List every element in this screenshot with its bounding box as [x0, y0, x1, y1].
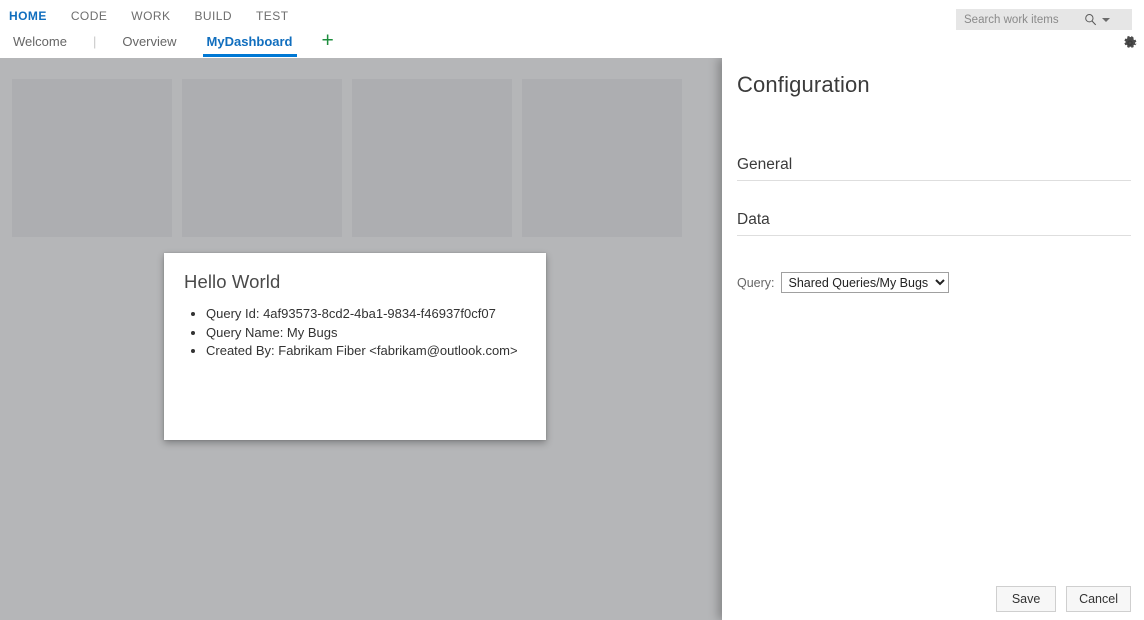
- widget-detail-list: Query Id: 4af93573-8cd2-4ba1-9834-f46937…: [184, 305, 526, 361]
- section-general-header: General: [737, 156, 1131, 181]
- hub-item-test[interactable]: TEST: [256, 9, 302, 23]
- query-select[interactable]: Shared Queries/My Bugs: [781, 272, 949, 293]
- search-input[interactable]: [956, 10, 1082, 29]
- section-data-header: Data: [737, 211, 1131, 236]
- dashboard-tabs: Welcome | Overview MyDashboard +: [0, 31, 1144, 58]
- hub-item-code[interactable]: CODE: [71, 9, 121, 23]
- section-data: Data: [737, 211, 1131, 236]
- hub-item-work[interactable]: WORK: [131, 9, 184, 23]
- page-title: Configuration: [737, 72, 870, 98]
- tab-mydashboard[interactable]: MyDashboard: [203, 31, 297, 57]
- configuration-panel: Configuration General Data Query: Shared…: [722, 58, 1144, 620]
- search-box[interactable]: [956, 9, 1132, 30]
- widget-title: Hello World: [184, 271, 526, 293]
- chevron-down-icon[interactable]: [1099, 11, 1113, 28]
- tab-separator: |: [93, 31, 96, 53]
- save-button[interactable]: Save: [996, 586, 1056, 612]
- app-root: HOME CODE WORK BUILD TEST Welcome | Over…: [0, 0, 1144, 620]
- tab-overview[interactable]: Overview: [118, 31, 180, 57]
- hub-item-build[interactable]: BUILD: [194, 9, 246, 23]
- tab-welcome[interactable]: Welcome: [9, 31, 71, 57]
- widget-placeholder-1[interactable]: [12, 79, 172, 237]
- widget-placeholder-3[interactable]: [352, 79, 512, 237]
- widget-placeholder-2[interactable]: [182, 79, 342, 237]
- section-general: General: [737, 156, 1131, 181]
- panel-footer-actions: Save Cancel: [722, 586, 1144, 612]
- hub-item-home[interactable]: HOME: [9, 9, 61, 23]
- hello-world-widget[interactable]: Hello World Query Id: 4af93573-8cd2-4ba1…: [164, 253, 546, 440]
- widget-placeholder-4[interactable]: [522, 79, 682, 237]
- search-icon[interactable]: [1082, 11, 1099, 28]
- top-chrome: HOME CODE WORK BUILD TEST Welcome | Over…: [0, 0, 1144, 58]
- list-item: Created By: Fabrikam Fiber <fabrikam@out…: [206, 342, 526, 361]
- list-item: Query Name: My Bugs: [206, 324, 526, 343]
- cancel-button[interactable]: Cancel: [1066, 586, 1131, 612]
- query-field-label: Query:: [737, 276, 775, 290]
- gear-icon[interactable]: [1120, 33, 1140, 53]
- list-item: Query Id: 4af93573-8cd2-4ba1-9834-f46937…: [206, 305, 526, 324]
- query-field-row: Query: Shared Queries/My Bugs: [737, 272, 949, 293]
- add-dashboard-button[interactable]: +: [319, 31, 337, 51]
- dashboard-surface: Hello World Query Id: 4af93573-8cd2-4ba1…: [0, 58, 722, 620]
